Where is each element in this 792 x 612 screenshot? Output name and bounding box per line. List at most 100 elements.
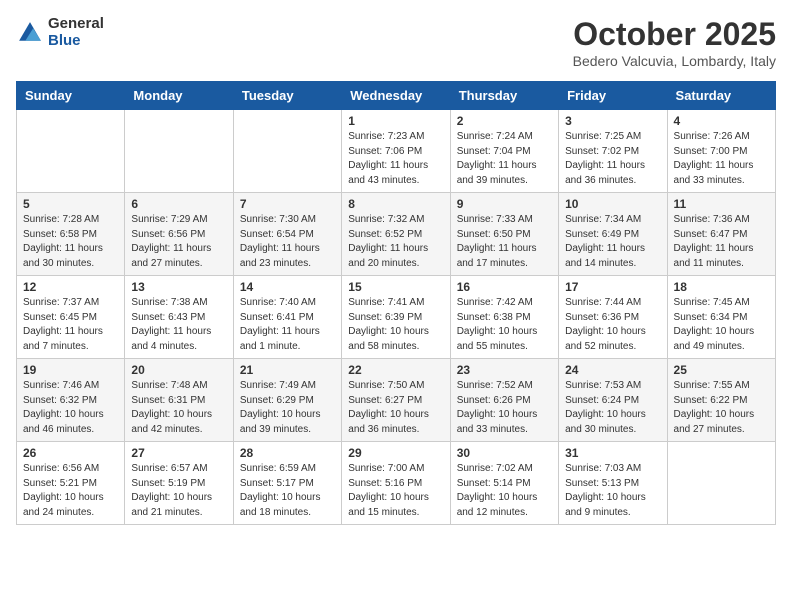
- day-info: Sunrise: 7:48 AMSunset: 6:31 PMDaylight:…: [131, 379, 226, 437]
- day-info: Sunrise: 7:45 AMSunset: 6:34 PMDaylight:…: [674, 296, 769, 354]
- calendar-cell: 18 Sunrise: 7:45 AMSunset: 6:34 PMDayligh…: [667, 276, 775, 359]
- calendar-week-row: 26 Sunrise: 6:56 AMSunset: 5:21 PMDayligh…: [17, 442, 776, 525]
- day-number: 23: [457, 363, 552, 377]
- calendar-cell: 31Sunrise: 7:03 AMSunset: 5:13 PMDayligh…: [559, 442, 667, 525]
- day-info: Sunrise: 7:52 AMSunset: 6:26 PMDaylight:…: [457, 379, 552, 437]
- calendar-week-row: 12Sunrise: 7:37 AMSunset: 6:45 PMDayligh…: [17, 276, 776, 359]
- day-info: Sunrise: 7:38 AMSunset: 6:43 PMDaylight:…: [131, 296, 226, 354]
- calendar-cell: 11 Sunrise: 7:36 AMSunset: 6:47 PMDayligh…: [667, 193, 775, 276]
- day-number: 1: [348, 114, 443, 128]
- page-header: General Blue October 2025 Bedero Valcuvi…: [16, 16, 776, 69]
- day-number: 31: [565, 446, 660, 460]
- calendar-cell: 29Sunrise: 7:00 AMSunset: 5:16 PMDayligh…: [342, 442, 450, 525]
- calendar-cell: 22Sunrise: 7:50 AMSunset: 6:27 PMDayligh…: [342, 359, 450, 442]
- day-number: 25: [674, 363, 769, 377]
- calendar-cell: 23 Sunrise: 7:52 AMSunset: 6:26 PMDayligh…: [450, 359, 558, 442]
- calendar-cell: 28 Sunrise: 6:59 AMSunset: 5:17 PMDayligh…: [233, 442, 341, 525]
- day-info: Sunrise: 7:42 AMSunset: 6:38 PMDaylight:…: [457, 296, 552, 354]
- calendar-cell: 15 Sunrise: 7:41 AMSunset: 6:39 PMDayligh…: [342, 276, 450, 359]
- day-info: Sunrise: 6:57 AMSunset: 5:19 PMDaylight:…: [131, 462, 226, 520]
- calendar-cell: 21 Sunrise: 7:49 AMSunset: 6:29 PMDayligh…: [233, 359, 341, 442]
- calendar-cell: 4Sunrise: 7:26 AMSunset: 7:00 PMDaylight…: [667, 110, 775, 193]
- weekday-header-row: SundayMondayTuesdayWednesdayThursdayFrid…: [17, 82, 776, 110]
- day-info: Sunrise: 7:50 AMSunset: 6:27 PMDaylight:…: [348, 379, 443, 437]
- calendar-cell: 27Sunrise: 6:57 AMSunset: 5:19 PMDayligh…: [125, 442, 233, 525]
- weekday-header: Thursday: [450, 82, 558, 110]
- day-info: Sunrise: 7:53 AMSunset: 6:24 PMDaylight:…: [565, 379, 660, 437]
- calendar-cell: [233, 110, 341, 193]
- calendar-cell: 14 Sunrise: 7:40 AMSunset: 6:41 PMDayligh…: [233, 276, 341, 359]
- day-number: 11: [674, 197, 769, 211]
- weekday-header: Sunday: [17, 82, 125, 110]
- calendar-cell: 16Sunrise: 7:42 AMSunset: 6:38 PMDayligh…: [450, 276, 558, 359]
- calendar-week-row: 1 Sunrise: 7:23 AMSunset: 7:06 PMDaylight…: [17, 110, 776, 193]
- day-info: Sunrise: 7:24 AMSunset: 7:04 PMDaylight:…: [457, 130, 552, 188]
- calendar-cell: 9Sunrise: 7:33 AMSunset: 6:50 PMDaylight…: [450, 193, 558, 276]
- logo: General Blue: [16, 16, 104, 49]
- day-number: 28: [240, 446, 335, 460]
- weekday-header: Wednesday: [342, 82, 450, 110]
- day-number: 6: [131, 197, 226, 211]
- day-number: 8: [348, 197, 443, 211]
- logo-text: General Blue: [48, 16, 104, 49]
- day-info: Sunrise: 7:30 AMSunset: 6:54 PMDaylight:…: [240, 213, 335, 271]
- calendar-cell: 19 Sunrise: 7:46 AMSunset: 6:32 PMDayligh…: [17, 359, 125, 442]
- weekday-header: Saturday: [667, 82, 775, 110]
- day-number: 20: [131, 363, 226, 377]
- weekday-header: Tuesday: [233, 82, 341, 110]
- day-info: Sunrise: 7:33 AMSunset: 6:50 PMDaylight:…: [457, 213, 552, 271]
- logo-general: General: [48, 16, 104, 33]
- day-number: 7: [240, 197, 335, 211]
- day-info: Sunrise: 7:41 AMSunset: 6:39 PMDaylight:…: [348, 296, 443, 354]
- calendar-cell: 5Sunrise: 7:28 AMSunset: 6:58 PMDaylight…: [17, 193, 125, 276]
- day-info: Sunrise: 7:34 AMSunset: 6:49 PMDaylight:…: [565, 213, 660, 271]
- calendar-cell: [125, 110, 233, 193]
- day-info: Sunrise: 7:23 AMSunset: 7:06 PMDaylight:…: [348, 130, 443, 188]
- day-info: Sunrise: 7:02 AMSunset: 5:14 PMDaylight:…: [457, 462, 552, 520]
- day-number: 10: [565, 197, 660, 211]
- logo-icon: [16, 19, 44, 47]
- calendar-cell: 3Sunrise: 7:25 AMSunset: 7:02 PMDaylight…: [559, 110, 667, 193]
- calendar-cell: [17, 110, 125, 193]
- day-number: 26: [23, 446, 118, 460]
- calendar-cell: 25 Sunrise: 7:55 AMSunset: 6:22 PMDayligh…: [667, 359, 775, 442]
- day-number: 14: [240, 280, 335, 294]
- day-info: Sunrise: 7:40 AMSunset: 6:41 PMDaylight:…: [240, 296, 335, 354]
- calendar-cell: 20 Sunrise: 7:48 AMSunset: 6:31 PMDayligh…: [125, 359, 233, 442]
- day-number: 19: [23, 363, 118, 377]
- day-number: 17: [565, 280, 660, 294]
- day-info: Sunrise: 7:46 AMSunset: 6:32 PMDaylight:…: [23, 379, 118, 437]
- month-title: October 2025: [573, 16, 776, 53]
- calendar-cell: 24 Sunrise: 7:53 AMSunset: 6:24 PMDayligh…: [559, 359, 667, 442]
- location: Bedero Valcuvia, Lombardy, Italy: [573, 53, 776, 69]
- day-info: Sunrise: 7:28 AMSunset: 6:58 PMDaylight:…: [23, 213, 118, 271]
- day-info: Sunrise: 7:55 AMSunset: 6:22 PMDaylight:…: [674, 379, 769, 437]
- day-info: Sunrise: 6:56 AMSunset: 5:21 PMDaylight:…: [23, 462, 118, 520]
- day-number: 4: [674, 114, 769, 128]
- day-number: 18: [674, 280, 769, 294]
- day-info: Sunrise: 7:37 AMSunset: 6:45 PMDaylight:…: [23, 296, 118, 354]
- calendar-cell: 7 Sunrise: 7:30 AMSunset: 6:54 PMDaylight…: [233, 193, 341, 276]
- calendar-cell: 12Sunrise: 7:37 AMSunset: 6:45 PMDayligh…: [17, 276, 125, 359]
- day-info: Sunrise: 7:36 AMSunset: 6:47 PMDaylight:…: [674, 213, 769, 271]
- day-info: Sunrise: 6:59 AMSunset: 5:17 PMDaylight:…: [240, 462, 335, 520]
- calendar-cell: [667, 442, 775, 525]
- day-number: 30: [457, 446, 552, 460]
- calendar-week-row: 19 Sunrise: 7:46 AMSunset: 6:32 PMDayligh…: [17, 359, 776, 442]
- title-block: October 2025 Bedero Valcuvia, Lombardy, …: [573, 16, 776, 69]
- day-info: Sunrise: 7:44 AMSunset: 6:36 PMDaylight:…: [565, 296, 660, 354]
- calendar-cell: 1 Sunrise: 7:23 AMSunset: 7:06 PMDaylight…: [342, 110, 450, 193]
- day-info: Sunrise: 7:32 AMSunset: 6:52 PMDaylight:…: [348, 213, 443, 271]
- day-number: 21: [240, 363, 335, 377]
- day-info: Sunrise: 7:29 AMSunset: 6:56 PMDaylight:…: [131, 213, 226, 271]
- calendar-table: SundayMondayTuesdayWednesdayThursdayFrid…: [16, 81, 776, 525]
- calendar-cell: 8 Sunrise: 7:32 AMSunset: 6:52 PMDaylight…: [342, 193, 450, 276]
- day-number: 2: [457, 114, 552, 128]
- day-number: 29: [348, 446, 443, 460]
- day-info: Sunrise: 7:49 AMSunset: 6:29 PMDaylight:…: [240, 379, 335, 437]
- calendar-cell: 2 Sunrise: 7:24 AMSunset: 7:04 PMDaylight…: [450, 110, 558, 193]
- calendar-cell: 30 Sunrise: 7:02 AMSunset: 5:14 PMDayligh…: [450, 442, 558, 525]
- day-number: 24: [565, 363, 660, 377]
- calendar-cell: 17 Sunrise: 7:44 AMSunset: 6:36 PMDayligh…: [559, 276, 667, 359]
- day-number: 15: [348, 280, 443, 294]
